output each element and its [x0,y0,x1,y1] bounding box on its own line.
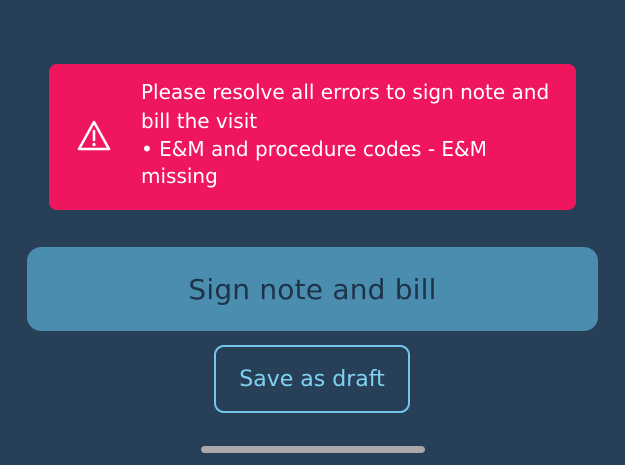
save-as-draft-button[interactable]: Save as draft [214,345,410,413]
sign-note-and-bill-button[interactable]: Sign note and bill [27,247,598,331]
warning-triangle-icon [77,120,111,152]
error-message-block: Please resolve all errors to sign note a… [141,78,561,190]
error-message: Please resolve all errors to sign note a… [141,80,550,133]
home-indicator[interactable] [201,446,425,453]
error-bullet-item: • E&M and procedure codes - E&M missing [141,137,487,188]
sign-note-screen: Please resolve all errors to sign note a… [0,0,625,465]
